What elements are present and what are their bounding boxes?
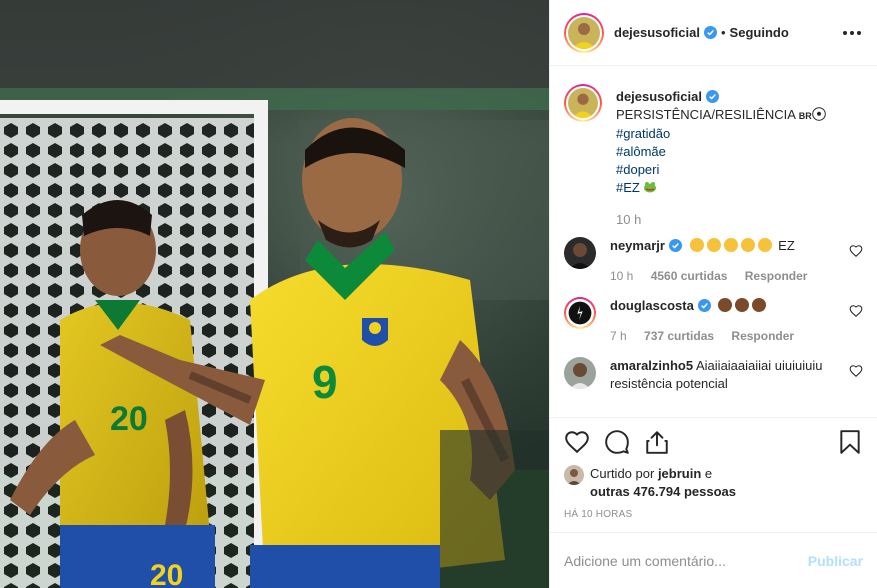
soccer-ball-icon bbox=[811, 107, 826, 121]
hashtag-link[interactable]: #doperi bbox=[616, 161, 829, 179]
bookmark-icon[interactable] bbox=[837, 429, 863, 455]
liked-by-conjunction: e bbox=[704, 466, 713, 481]
comment-meta: 7 h 737 curtidas Responder bbox=[610, 327, 833, 345]
reply-button[interactable]: Responder bbox=[745, 269, 808, 283]
heart-icon[interactable] bbox=[849, 304, 863, 318]
author-avatar-ring[interactable] bbox=[564, 12, 604, 53]
verified-icon bbox=[705, 90, 719, 103]
add-comment-bar: Publicar bbox=[550, 532, 877, 588]
commenter-avatar[interactable] bbox=[564, 357, 596, 389]
comment-likes[interactable]: 737 curtidas bbox=[644, 329, 714, 343]
verified-icon bbox=[703, 26, 717, 39]
caption-text-line: PERSISTÊNCIA/RESILIÊNCIA BR bbox=[616, 106, 829, 125]
post-photo-image: 20 20 9 bbox=[0, 0, 549, 588]
more-options-icon[interactable] bbox=[841, 25, 863, 41]
verified-icon bbox=[697, 299, 711, 312]
comment-item: amaralzinho5 Aiaiiaiaaiaiiai uiuiuiuiu r… bbox=[564, 357, 863, 393]
heart-icon[interactable] bbox=[564, 429, 590, 455]
frog-emoji-icon bbox=[644, 182, 657, 193]
comments-list[interactable]: dejesusoficial PERSISTÊNCIA/RESILIÊNCIA … bbox=[550, 66, 877, 417]
commenter-username[interactable]: amaralzinho5 bbox=[610, 358, 693, 373]
comment-input[interactable] bbox=[564, 552, 808, 569]
liked-by-others[interactable]: outras 476.794 pessoas bbox=[590, 484, 736, 499]
post-side-panel: dejesusoficial • Seguindo dejesusoficial bbox=[549, 0, 877, 588]
reply-button[interactable]: Responder bbox=[731, 329, 794, 343]
share-icon[interactable] bbox=[644, 429, 670, 455]
heart-icon[interactable] bbox=[849, 364, 863, 378]
header-separator: • bbox=[720, 25, 726, 40]
comment-item: douglascosta 7 h 737 curtidas Responder bbox=[564, 297, 863, 345]
posted-time[interactable]: HÁ 10 HORAS bbox=[564, 509, 863, 520]
hashtag-link[interactable]: #EZ bbox=[616, 180, 640, 195]
clapping-emoji-icon bbox=[718, 298, 733, 312]
commenter-username[interactable]: neymarjr bbox=[610, 238, 665, 253]
svg-text:9: 9 bbox=[312, 356, 338, 408]
author-avatar[interactable] bbox=[568, 16, 600, 49]
comment-item: neymarjr EZ 10 h 4560 curtidas Responder bbox=[564, 237, 863, 285]
rolling-laughing-emoji-icon bbox=[706, 238, 721, 252]
rolling-laughing-emoji-icon bbox=[740, 238, 755, 252]
laughing-emoji-icon bbox=[757, 238, 772, 252]
svg-text:20: 20 bbox=[110, 400, 148, 438]
instagram-post: 20 20 9 dejesusoficial • Seguindo dejesu… bbox=[0, 0, 877, 588]
commenter-username[interactable]: douglascosta bbox=[610, 298, 694, 313]
svg-text:20: 20 bbox=[150, 559, 183, 588]
comment-likes[interactable]: 4560 curtidas bbox=[651, 269, 728, 283]
comment-time[interactable]: 7 h bbox=[610, 329, 627, 343]
clapping-emoji-icon bbox=[752, 298, 767, 312]
post-header: dejesusoficial • Seguindo bbox=[550, 0, 877, 66]
laughing-emoji-icon bbox=[689, 238, 704, 252]
laughing-emoji-icon bbox=[723, 238, 738, 252]
caption-text: PERSISTÊNCIA/RESILIÊNCIA bbox=[616, 107, 796, 122]
publish-button[interactable]: Publicar bbox=[808, 553, 863, 569]
heart-icon[interactable] bbox=[849, 244, 863, 258]
liked-by: Curtido por jebruin e outras 476.794 pes… bbox=[564, 465, 863, 501]
clapping-emoji-icon bbox=[735, 298, 750, 312]
following-button[interactable]: Seguindo bbox=[730, 25, 789, 40]
caption-time[interactable]: 10 h bbox=[616, 211, 829, 229]
author-username[interactable]: dejesusoficial bbox=[614, 25, 700, 40]
liked-by-prefix: Curtido por bbox=[590, 466, 655, 481]
hashtag-link[interactable]: #gratidão bbox=[616, 125, 829, 143]
comment-time[interactable]: 10 h bbox=[610, 269, 633, 283]
caption-username[interactable]: dejesusoficial bbox=[616, 89, 702, 104]
caption-avatar-ring[interactable] bbox=[564, 84, 602, 122]
post-actions: Curtido por jebruin e outras 476.794 pes… bbox=[550, 417, 877, 520]
liked-by-user[interactable]: jebruin bbox=[658, 466, 701, 481]
liker-avatar[interactable] bbox=[564, 465, 584, 485]
action-icons bbox=[564, 428, 863, 456]
comment-meta: 10 h 4560 curtidas Responder bbox=[610, 267, 833, 285]
commenter-avatar[interactable] bbox=[564, 237, 596, 269]
hashtag-link[interactable]: #alômãe bbox=[616, 143, 829, 161]
flag-text: BR bbox=[798, 111, 812, 121]
comment-text: EZ bbox=[778, 238, 795, 253]
comment-icon[interactable] bbox=[604, 429, 630, 455]
verified-icon bbox=[668, 239, 682, 252]
post-photo[interactable]: 20 20 9 bbox=[0, 0, 549, 588]
commenter-avatar[interactable] bbox=[564, 297, 596, 329]
caption-avatar[interactable] bbox=[568, 88, 598, 118]
post-caption: dejesusoficial PERSISTÊNCIA/RESILIÊNCIA … bbox=[564, 84, 863, 229]
